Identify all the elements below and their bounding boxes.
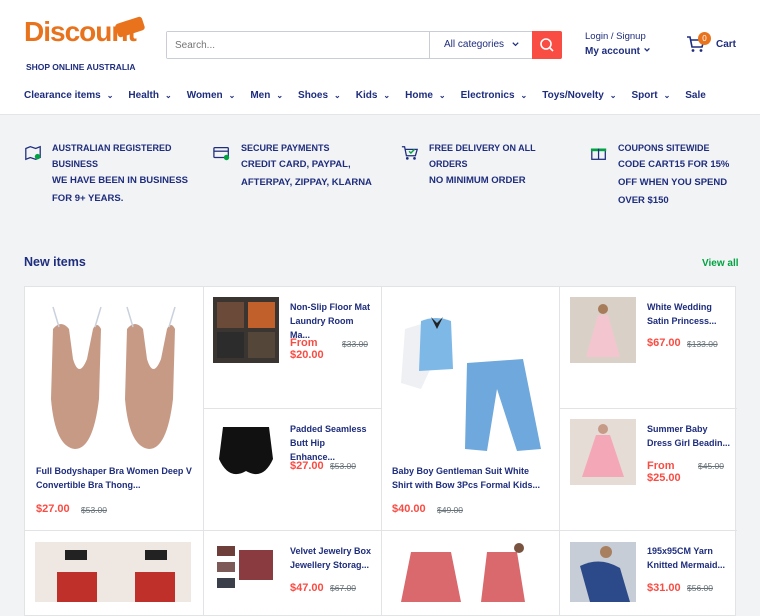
nav-women[interactable]: Women ⌄ bbox=[187, 90, 236, 104]
chevron-down-icon bbox=[512, 42, 519, 47]
chevron-down-icon: ⌄ bbox=[520, 91, 528, 100]
product-title[interactable]: White Wedding Satin Princess... bbox=[647, 300, 731, 328]
product-grid: Full Bodyshaper Bra Women Deep V Convert… bbox=[24, 286, 737, 616]
product-price: $47.00 bbox=[290, 582, 324, 594]
map-pin-icon bbox=[25, 145, 41, 161]
product-compare-price: $56.00 bbox=[687, 583, 713, 593]
view-all-link[interactable]: View all bbox=[702, 258, 739, 269]
product-title[interactable]: Full Bodyshaper Bra Women Deep V Convert… bbox=[36, 464, 194, 492]
feature-description: CODE CART15 FOR 15% OFF WHEN YOU SPEND O… bbox=[618, 159, 730, 206]
nav-men[interactable]: Men ⌄ bbox=[250, 90, 283, 104]
product-price: $27.00 bbox=[36, 503, 70, 515]
product-compare-price: $33.00 bbox=[342, 339, 368, 349]
main-navigation: Clearance items ⌄ Health ⌄ Women ⌄ Men ⌄ Sho… bbox=[24, 90, 721, 104]
product-image bbox=[213, 297, 279, 363]
product-compare-price: $67.00 bbox=[330, 583, 356, 593]
cart-label: Cart bbox=[716, 39, 737, 50]
cart-button[interactable]: 0 Cart bbox=[686, 32, 736, 58]
product-image bbox=[35, 542, 191, 602]
product-image bbox=[570, 542, 636, 602]
nav-health[interactable]: Health ⌄ bbox=[128, 90, 171, 104]
chevron-down-icon: ⌄ bbox=[276, 91, 284, 100]
chevron-down-icon: ⌄ bbox=[383, 91, 391, 100]
feature-title: Secure payments bbox=[241, 143, 330, 153]
product-compare-price: $53.00 bbox=[81, 505, 107, 515]
feature-coupons: COUPONS SITEWIDE CODE CART15 FOR 15% OFF… bbox=[590, 140, 740, 210]
chevron-down-icon: ⌄ bbox=[438, 91, 446, 100]
product-price: From $25.00 bbox=[647, 460, 681, 484]
chevron-down-icon: ⌄ bbox=[609, 91, 617, 100]
product-title[interactable]: Summer Baby Dress Girl Beadin... bbox=[647, 422, 731, 450]
chevron-down-icon: ⌄ bbox=[663, 91, 671, 100]
product-title[interactable]: Padded Seamless Butt Hip Enhance... bbox=[290, 422, 372, 464]
chevron-down-icon: ⌄ bbox=[228, 91, 236, 100]
feature-title: AUSTRALIAN REGISTERED BUSINESS bbox=[52, 143, 172, 169]
site-header: Discount SHOP ONLINE AUSTRALIA All categ… bbox=[0, 0, 760, 115]
feature-free-delivery: FREE DELIVERY ON ALL ORDERS NO MINIMUM O… bbox=[401, 140, 571, 190]
product-image bbox=[213, 542, 279, 602]
product-title[interactable]: Non-Slip Floor Mat Laundry Room Ma... bbox=[290, 300, 372, 342]
feature-description: WE HAVE BEEN IN BUSINESS FOR 9+ YEARS. bbox=[52, 175, 189, 204]
nav-kids[interactable]: Kids ⌄ bbox=[356, 90, 390, 104]
feature-secure-payments: Secure payments CREDIT CARD, PAYPAL, AFT… bbox=[213, 140, 383, 192]
product-image bbox=[570, 297, 636, 363]
product-compare-price: $45.00 bbox=[698, 461, 724, 471]
product-title[interactable]: Baby Boy Gentleman Suit White Shirt with… bbox=[392, 464, 550, 492]
product-price: $31.00 bbox=[647, 582, 681, 594]
search-bar: All categories bbox=[166, 31, 562, 59]
product-image bbox=[213, 419, 279, 485]
category-select-value: All categories bbox=[444, 39, 505, 50]
nav-electronics[interactable]: Electronics ⌄ bbox=[461, 90, 528, 104]
logo-tagline: SHOP ONLINE AUSTRALIA bbox=[26, 62, 136, 72]
section-title: New items bbox=[24, 255, 86, 269]
feature-title: FREE DELIVERY ON ALL ORDERS bbox=[429, 143, 536, 169]
login-signup-link[interactable]: Login / Signup bbox=[585, 31, 646, 42]
chevron-down-icon: ⌄ bbox=[106, 91, 114, 100]
feature-description: CREDIT CARD, PAYPAL, AFTERPAY, ZIPPAY, K… bbox=[241, 159, 372, 188]
search-input[interactable] bbox=[167, 32, 429, 58]
search-button[interactable] bbox=[532, 31, 562, 59]
credit-card-icon bbox=[213, 146, 230, 161]
chevron-down-icon bbox=[643, 47, 650, 52]
gift-icon bbox=[590, 148, 607, 160]
product-compare-price: $49.00 bbox=[437, 505, 463, 515]
nav-sale[interactable]: Sale bbox=[685, 90, 706, 104]
product-image bbox=[51, 306, 176, 449]
chevron-down-icon: ⌄ bbox=[334, 91, 341, 100]
product-price: $67.00 bbox=[647, 337, 681, 349]
product-title[interactable]: Velvet Jewelry Box Jewellery Storag... bbox=[290, 544, 372, 572]
product-image bbox=[391, 542, 547, 602]
feature-description: NO MINIMUM ORDER bbox=[429, 175, 526, 186]
category-select[interactable]: All categories bbox=[429, 32, 532, 58]
nav-shoes[interactable]: Shoes ⌄ bbox=[298, 90, 341, 104]
account-menu[interactable]: Login / Signup My account bbox=[585, 31, 651, 57]
nav-toys-novelty[interactable]: Toys/Novelty ⌄ bbox=[542, 90, 616, 104]
feature-title: COUPONS SITEWIDE bbox=[618, 143, 710, 153]
product-image bbox=[401, 317, 541, 451]
nav-clearance-items[interactable]: Clearance items ⌄ bbox=[24, 90, 113, 104]
product-price: $27.00 bbox=[290, 460, 324, 472]
my-account-label[interactable]: My account bbox=[585, 46, 651, 57]
product-title[interactable]: 195x95CM Yarn Knitted Mermaid... bbox=[647, 544, 731, 572]
chevron-down-icon: ⌄ bbox=[164, 91, 172, 100]
cart-count-badge: 0 bbox=[698, 32, 711, 45]
product-compare-price: $133.00 bbox=[687, 339, 718, 349]
site-logo[interactable]: Discount SHOP ONLINE AUSTRALIA bbox=[24, 16, 146, 74]
product-image bbox=[570, 419, 636, 485]
search-icon bbox=[540, 38, 554, 52]
nav-home[interactable]: Home ⌄ bbox=[405, 90, 446, 104]
feature-registered-business: AUSTRALIAN REGISTERED BUSINESS WE HAVE B… bbox=[24, 140, 194, 208]
nav-sport[interactable]: Sport ⌄ bbox=[631, 90, 670, 104]
product-price: From $20.00 bbox=[290, 337, 324, 361]
product-price: $40.00 bbox=[392, 503, 426, 515]
product-compare-price: $53.00 bbox=[330, 461, 356, 471]
delivery-cart-icon bbox=[401, 146, 419, 160]
